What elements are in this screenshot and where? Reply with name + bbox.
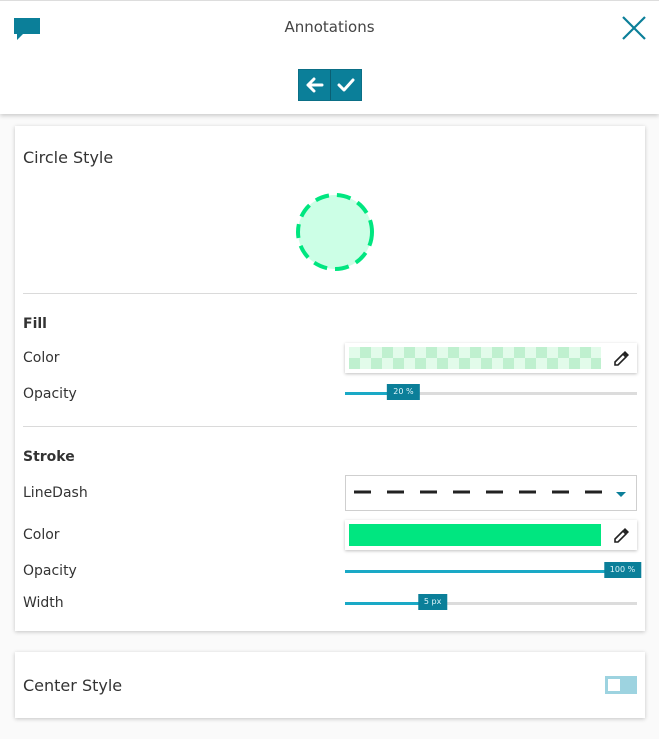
stroke-width-label: Width (23, 595, 64, 611)
stroke-opacity-label: Opacity (23, 563, 77, 579)
confirm-button[interactable] (330, 70, 361, 100)
stroke-color-swatch (349, 524, 601, 546)
slider-thumb[interactable]: 100 % (603, 562, 642, 578)
chevron-down-icon (616, 492, 626, 497)
header-bar: Annotations (0, 0, 659, 114)
slider-thumb[interactable]: 5 px (417, 594, 448, 610)
divider (23, 426, 637, 427)
stroke-section-title: Stroke (23, 449, 75, 465)
dash-pattern-preview (354, 490, 604, 494)
slider-thumb[interactable]: 20 % (387, 384, 420, 400)
linedash-label: LineDash (23, 485, 88, 501)
checkmark-icon (337, 78, 355, 92)
center-style-toggle[interactable] (605, 676, 637, 694)
content-area: Circle Style Fill Color Opacity 20 % Str… (0, 114, 659, 739)
arrow-left-icon (306, 77, 323, 93)
eyedropper-icon[interactable] (613, 349, 631, 367)
fill-opacity-label: Opacity (23, 386, 77, 402)
circle-style-title: Circle Style (23, 148, 114, 167)
stroke-opacity-slider[interactable]: 100 % (345, 562, 642, 582)
fill-color-swatch (349, 347, 601, 369)
center-style-panel: Center Style (15, 652, 645, 718)
fill-section-title: Fill (23, 316, 47, 332)
divider (23, 293, 637, 294)
action-button-group (298, 69, 362, 101)
stroke-width-slider[interactable]: 5 px (345, 594, 637, 614)
close-icon[interactable] (621, 15, 647, 41)
fill-color-label: Color (23, 350, 60, 366)
fill-opacity-slider[interactable]: 20 % (345, 384, 637, 404)
page-title: Annotations (284, 18, 375, 36)
linedash-select[interactable] (345, 475, 637, 511)
stroke-color-field[interactable] (345, 520, 637, 550)
toggle-knob (608, 679, 620, 691)
back-button[interactable] (299, 70, 330, 100)
circle-style-panel: Circle Style Fill Color Opacity 20 % Str… (15, 126, 645, 631)
eyedropper-icon[interactable] (613, 526, 631, 544)
stroke-color-label: Color (23, 527, 60, 543)
circle-preview (296, 193, 374, 271)
slider-fill (345, 570, 637, 573)
center-style-title: Center Style (23, 676, 123, 695)
fill-color-field[interactable] (345, 343, 637, 373)
